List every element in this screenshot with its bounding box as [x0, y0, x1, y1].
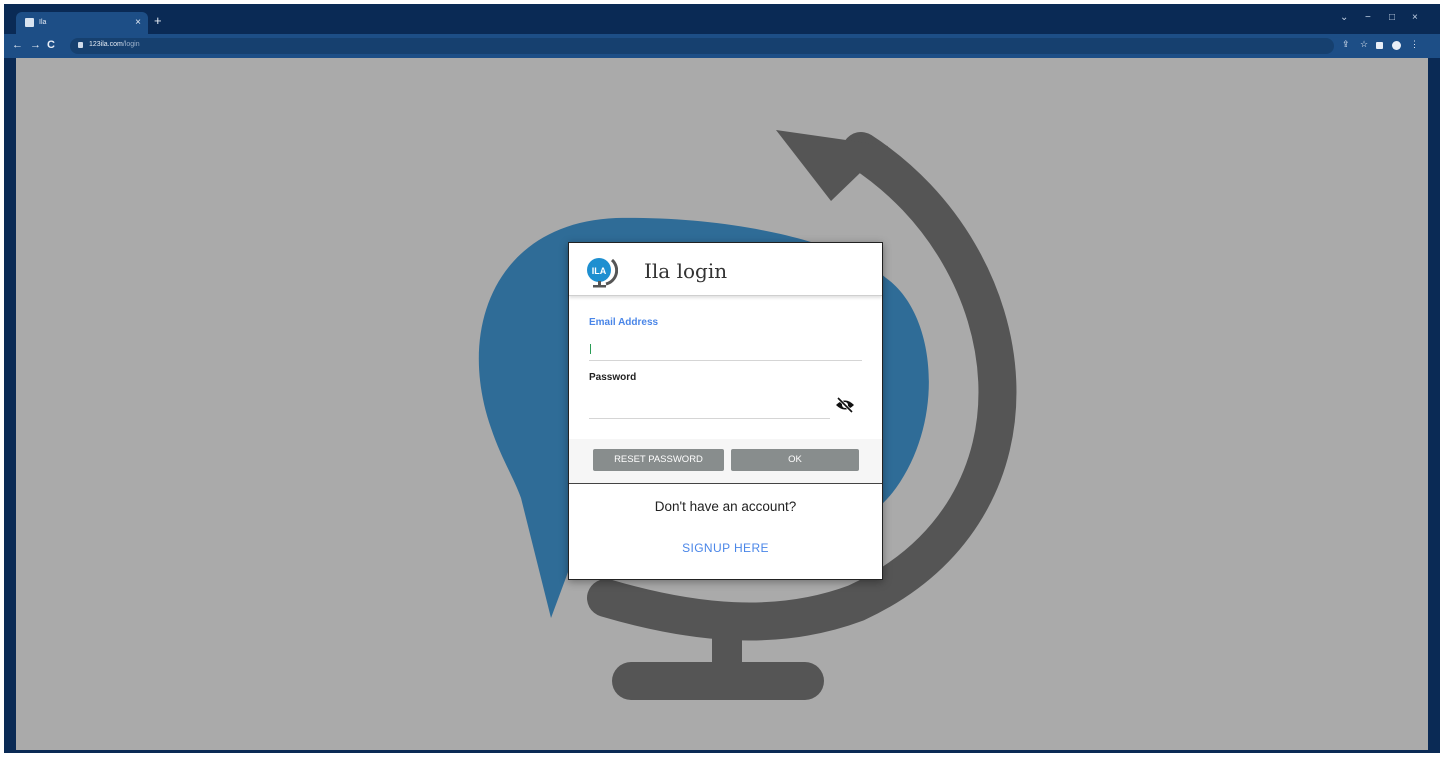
globe-stand-base [612, 662, 824, 700]
dialog-actions: RESET PASSWORD OK [569, 439, 882, 484]
url-path: /login [122, 41, 140, 48]
back-button[interactable]: ← [12, 40, 23, 51]
forward-button[interactable]: → [30, 40, 41, 51]
browser-menu-icon[interactable]: ⋮ [1410, 39, 1419, 50]
browser-window: Ila × + ⌄ − □ × ← → C 123ila.com/login ⇪… [4, 4, 1440, 753]
url-host: 123ila.com [89, 41, 123, 48]
ok-button[interactable]: OK [731, 449, 859, 471]
tab-title: Ila [39, 19, 47, 26]
login-dialog: ILA Ila login Email Address Password RES… [568, 242, 883, 580]
password-label: Password [589, 372, 637, 383]
share-icon[interactable]: ⇪ [1342, 39, 1350, 50]
new-tab-button[interactable]: + [154, 14, 162, 27]
dialog-header: ILA Ila login [569, 243, 882, 296]
tab-strip: Ila × + ⌄ − □ × [4, 4, 1440, 36]
minimize-button[interactable]: − [1365, 12, 1371, 23]
dialog-title: Ila login [644, 259, 728, 283]
close-window-button[interactable]: × [1412, 12, 1418, 23]
logo-text: ILA [592, 266, 607, 276]
password-input[interactable] [589, 393, 829, 417]
email-underline [589, 360, 862, 361]
email-label: Email Address [589, 317, 659, 328]
tab-search-icon[interactable]: ⌄ [1340, 12, 1348, 23]
globe-stand-post [712, 611, 742, 666]
page-viewport: ILA Ila login Email Address Password RES… [16, 58, 1428, 750]
lock-icon [78, 42, 83, 48]
signup-prompt: Don't have an account? [654, 499, 797, 514]
reload-button[interactable]: C [47, 40, 55, 51]
maximize-button[interactable]: □ [1389, 12, 1395, 23]
bookmark-star-icon[interactable]: ☆ [1360, 39, 1368, 50]
tab-close-icon[interactable]: × [135, 17, 141, 28]
signup-link[interactable]: SIGNUP HERE [569, 541, 882, 555]
ila-globe-logo-icon: ILA [587, 258, 618, 288]
reset-password-button[interactable]: RESET PASSWORD [593, 449, 724, 471]
profile-avatar-icon[interactable] [1392, 41, 1401, 50]
email-input[interactable] [589, 337, 862, 359]
browser-tab[interactable]: Ila × [16, 12, 148, 36]
address-bar: ← → C 123ila.com/login ⇪ ☆ ⋮ [4, 34, 1440, 58]
text-caret [590, 344, 591, 354]
side-panel-icon[interactable] [1376, 42, 1383, 49]
url-text: 123ila.com/login [89, 41, 140, 48]
favicon-icon [25, 18, 34, 27]
toggle-password-visibility-icon[interactable] [835, 397, 855, 413]
url-field[interactable]: 123ila.com/login [70, 38, 1334, 54]
password-underline [589, 418, 830, 419]
